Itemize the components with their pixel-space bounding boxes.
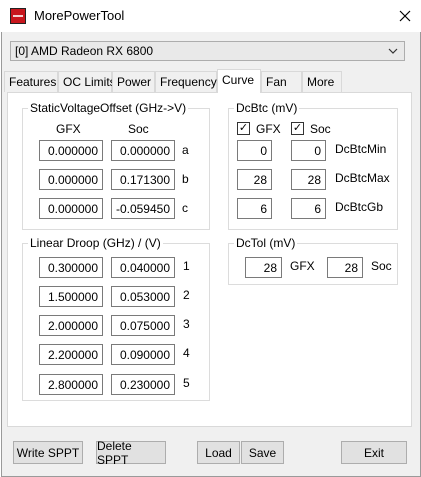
droop-row-label-3: 3 xyxy=(183,317,190,331)
check-icon: ✓ xyxy=(238,122,249,134)
dctol-group-title: DcTol (mV) xyxy=(234,236,298,250)
close-icon xyxy=(399,10,411,22)
svo-soc-b-field[interactable]: 0.171300 xyxy=(111,169,175,190)
dcbtc-min-label: DcBtcMin xyxy=(335,142,387,156)
droop-gfx-3-field[interactable]: 2.000000 xyxy=(39,315,103,336)
svo-soc-c-field[interactable]: -0.059450 xyxy=(111,198,175,219)
gpu-select[interactable]: [0] AMD Radeon RX 6800 xyxy=(10,41,405,61)
dctol-soc-label: Soc xyxy=(371,259,392,273)
dcbtc-group-title: DcBtc (mV) xyxy=(234,101,300,115)
droop-gfx-2-field[interactable]: 1.500000 xyxy=(39,286,103,307)
write-sppt-button[interactable]: Write SPPT xyxy=(13,441,83,464)
dcbtc-soc-checkbox[interactable]: ✓ xyxy=(291,122,304,135)
delete-sppt-button[interactable]: Delete SPPT xyxy=(96,439,166,467)
tab-label: Curve xyxy=(222,73,255,87)
exit-button[interactable]: Exit xyxy=(341,441,407,464)
svo-soc-a-field[interactable]: 0.000000 xyxy=(111,140,175,161)
droop-row-label-1: 1 xyxy=(183,259,190,273)
tab-fan[interactable]: Fan xyxy=(261,71,302,92)
tab-frequency[interactable]: Frequency xyxy=(155,71,217,92)
droop-soc-4-field[interactable]: 0.090000 xyxy=(111,344,175,365)
app-icon xyxy=(10,8,26,24)
dcbtc-max-label: DcBtcMax xyxy=(335,171,390,185)
svo-soc-header: Soc xyxy=(128,122,149,136)
svo-row-label-c: c xyxy=(182,201,188,215)
svo-gfx-header: GFX xyxy=(56,122,81,136)
svo-row-label-a: a xyxy=(182,143,189,157)
tab-features[interactable]: Features xyxy=(4,71,58,92)
droop-soc-3-field[interactable]: 0.075000 xyxy=(111,315,175,336)
droop-gfx-5-field[interactable]: 2.800000 xyxy=(39,374,103,395)
droop-soc-5-field[interactable]: 0.230000 xyxy=(111,374,175,395)
droop-gfx-4-field[interactable]: 2.200000 xyxy=(39,344,103,365)
tab-label: More xyxy=(307,75,335,89)
droop-row-label-4: 4 xyxy=(183,346,190,360)
dcbtc-gb-gfx-field[interactable]: 6 xyxy=(237,198,272,219)
droop-group-title: Linear Droop (GHz) / (V) xyxy=(28,236,163,250)
tab-label: Frequency xyxy=(160,75,217,89)
dcbtc-gb-label: DcBtcGb xyxy=(335,200,384,214)
tab-more[interactable]: More xyxy=(302,71,342,92)
check-icon: ✓ xyxy=(292,122,303,134)
tab-label: Fan xyxy=(266,75,287,89)
dctol-soc-field[interactable]: 28 xyxy=(327,257,363,278)
dcbtc-gfx-checkbox[interactable]: ✓ xyxy=(237,122,250,135)
dcbtc-min-gfx-field[interactable]: 0 xyxy=(237,140,272,161)
load-button[interactable]: Load xyxy=(197,441,240,464)
svo-gfx-b-field[interactable]: 0.000000 xyxy=(39,169,103,190)
chevron-down-icon xyxy=(388,43,398,62)
save-button[interactable]: Save xyxy=(241,441,284,464)
close-button[interactable] xyxy=(390,2,420,30)
svo-gfx-a-field[interactable]: 0.000000 xyxy=(39,140,103,161)
svo-group-title: StaticVoltageOffset (GHz->V) xyxy=(28,101,189,115)
svo-gfx-c-field[interactable]: 0.000000 xyxy=(39,198,103,219)
droop-gfx-1-field[interactable]: 0.300000 xyxy=(39,257,103,278)
droop-soc-1-field[interactable]: 0.040000 xyxy=(111,257,175,278)
dcbtc-max-gfx-field[interactable]: 28 xyxy=(237,169,272,190)
droop-row-label-5: 5 xyxy=(183,376,190,390)
tab-label: Features xyxy=(9,75,57,89)
dcbtc-soc-label: Soc xyxy=(310,122,331,136)
tab-label: Power xyxy=(117,75,152,89)
tab-power[interactable]: Power xyxy=(112,71,155,92)
dctol-gfx-field[interactable]: 28 xyxy=(245,257,282,278)
svo-row-label-b: b xyxy=(182,172,189,186)
tab-oc-limits[interactable]: OC Limits xyxy=(58,71,116,92)
dcbtc-gfx-label: GFX xyxy=(256,122,281,136)
dcbtc-max-soc-field[interactable]: 28 xyxy=(291,169,326,190)
dctol-gfx-label: GFX xyxy=(290,259,315,273)
tab-label: OC Limits xyxy=(63,75,116,89)
droop-soc-2-field[interactable]: 0.053000 xyxy=(111,286,175,307)
gpu-select-value: [0] AMD Radeon RX 6800 xyxy=(15,44,154,58)
dcbtc-min-soc-field[interactable]: 0 xyxy=(291,140,326,161)
window-title: MorePowerTool xyxy=(34,8,125,23)
dcbtc-gb-soc-field[interactable]: 6 xyxy=(291,198,326,219)
tab-curve[interactable]: Curve xyxy=(217,69,261,93)
droop-row-label-2: 2 xyxy=(183,288,190,302)
